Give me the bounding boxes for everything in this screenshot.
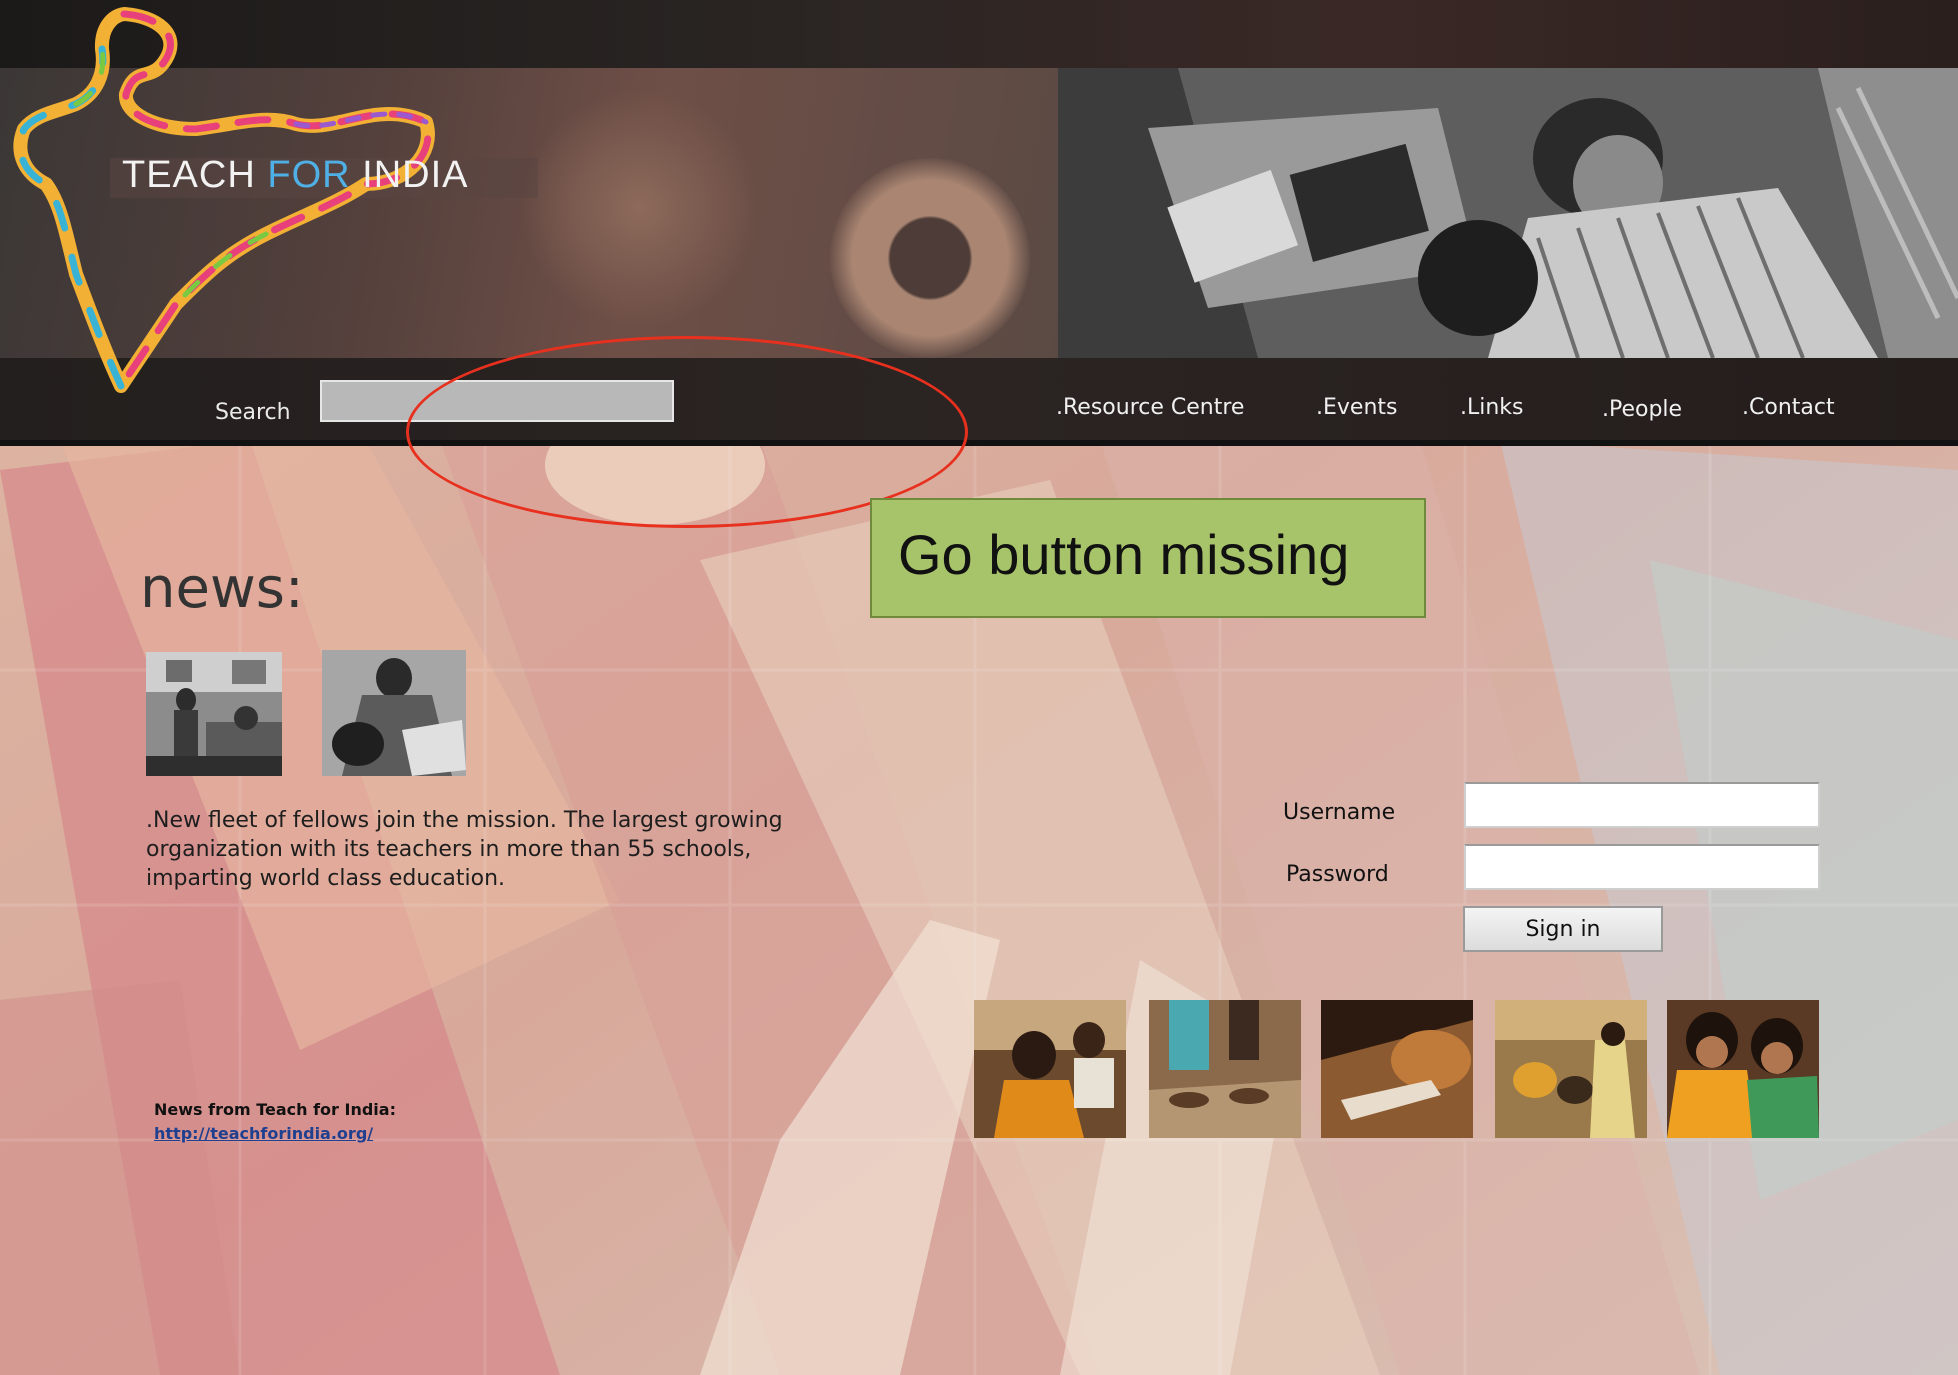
brand-name-part2: INDIA <box>350 154 469 196</box>
brand-wordmark[interactable]: TEACH FOR INDIA <box>122 154 468 197</box>
gallery-photo-4[interactable] <box>1495 1000 1647 1138</box>
sign-in-button[interactable]: Sign in <box>1463 906 1663 952</box>
annotation-callout: Go button missing <box>870 498 1426 618</box>
brand-name-part1: TEACH <box>122 154 268 196</box>
gallery-photo-3[interactable] <box>1321 1000 1473 1138</box>
password-field[interactable] <box>1464 844 1820 890</box>
news-article-text: .New fleet of fellows join the mission. … <box>146 808 783 891</box>
gallery-photo-2[interactable] <box>1149 1000 1301 1138</box>
nav-people[interactable]: .People <box>1602 397 1682 422</box>
news-source-label: News from Teach for India: <box>154 1100 396 1119</box>
nav-events[interactable]: .Events <box>1316 395 1397 420</box>
nav-resource-centre[interactable]: .Resource Centre <box>1056 395 1244 420</box>
news-thumbnail-1[interactable] <box>146 652 282 776</box>
password-label: Password <box>1286 862 1389 887</box>
nav-links[interactable]: .Links <box>1460 395 1524 420</box>
news-thumbnail-2[interactable] <box>322 650 466 776</box>
annotation-text: Go button missing <box>898 523 1350 586</box>
username-field[interactable] <box>1464 782 1820 828</box>
news-heading: news: <box>140 556 304 621</box>
nav-contact[interactable]: .Contact <box>1742 395 1835 420</box>
username-label: Username <box>1283 800 1396 825</box>
brand-name-accent: FOR <box>267 154 351 196</box>
gallery-photo-5[interactable] <box>1667 1000 1819 1138</box>
news-source-link[interactable]: http://teachforindia.org/ <box>154 1124 373 1143</box>
hero-classroom-photo <box>1058 68 1958 358</box>
india-map-logo-icon <box>13 7 435 393</box>
gallery-photo-1[interactable] <box>974 1000 1126 1138</box>
search-label: Search <box>215 400 291 425</box>
